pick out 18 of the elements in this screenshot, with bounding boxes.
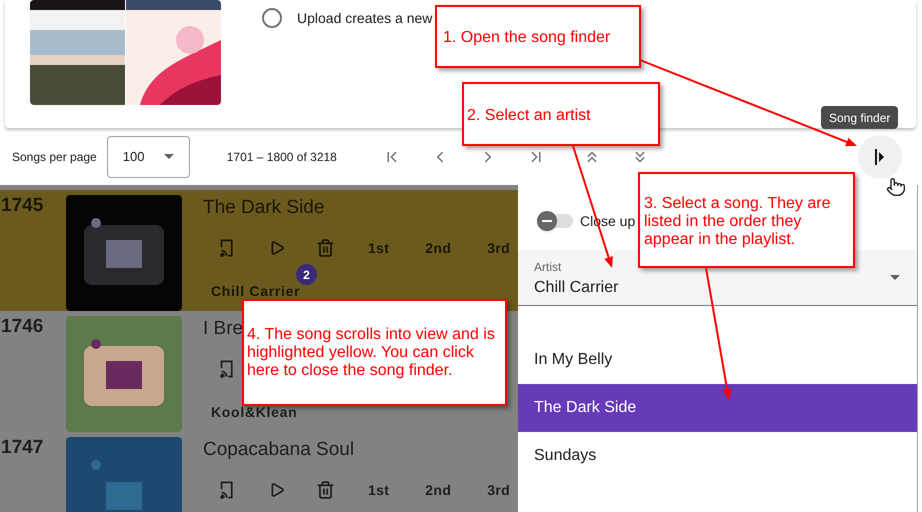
song-number: 1747 (0, 437, 44, 460)
artist-select-label: Artist (534, 258, 562, 276)
song-title: I Bre (203, 318, 244, 340)
callout-text: 1. Open the song finder (443, 29, 612, 47)
callout-text: 3. Select a song. They are listed in the order they appear in the playlist. (644, 195, 832, 249)
song-number: 1745 (0, 195, 44, 218)
tooltip: Song finder (821, 106, 898, 129)
song-title: The Dark Side (203, 197, 324, 219)
page-range: 1701 – 1800 of 3218 (226, 148, 337, 166)
per-page-label: Songs per page (12, 148, 97, 166)
count-badge: 2 (296, 264, 317, 285)
song-title: Copacabana Soul (203, 439, 354, 461)
callout-text: 2. Select an artist (467, 107, 592, 125)
artist-select-value: Chill Carrier (534, 278, 620, 298)
artist-name: Kool&Klean (211, 403, 298, 422)
callout-text: 4. The song scrolls into view and is highlighted yellow. You can click here to close the song finder. (247, 326, 496, 380)
artist-name: Chill Carrier (211, 282, 302, 301)
song-number: 1746 (0, 316, 44, 339)
